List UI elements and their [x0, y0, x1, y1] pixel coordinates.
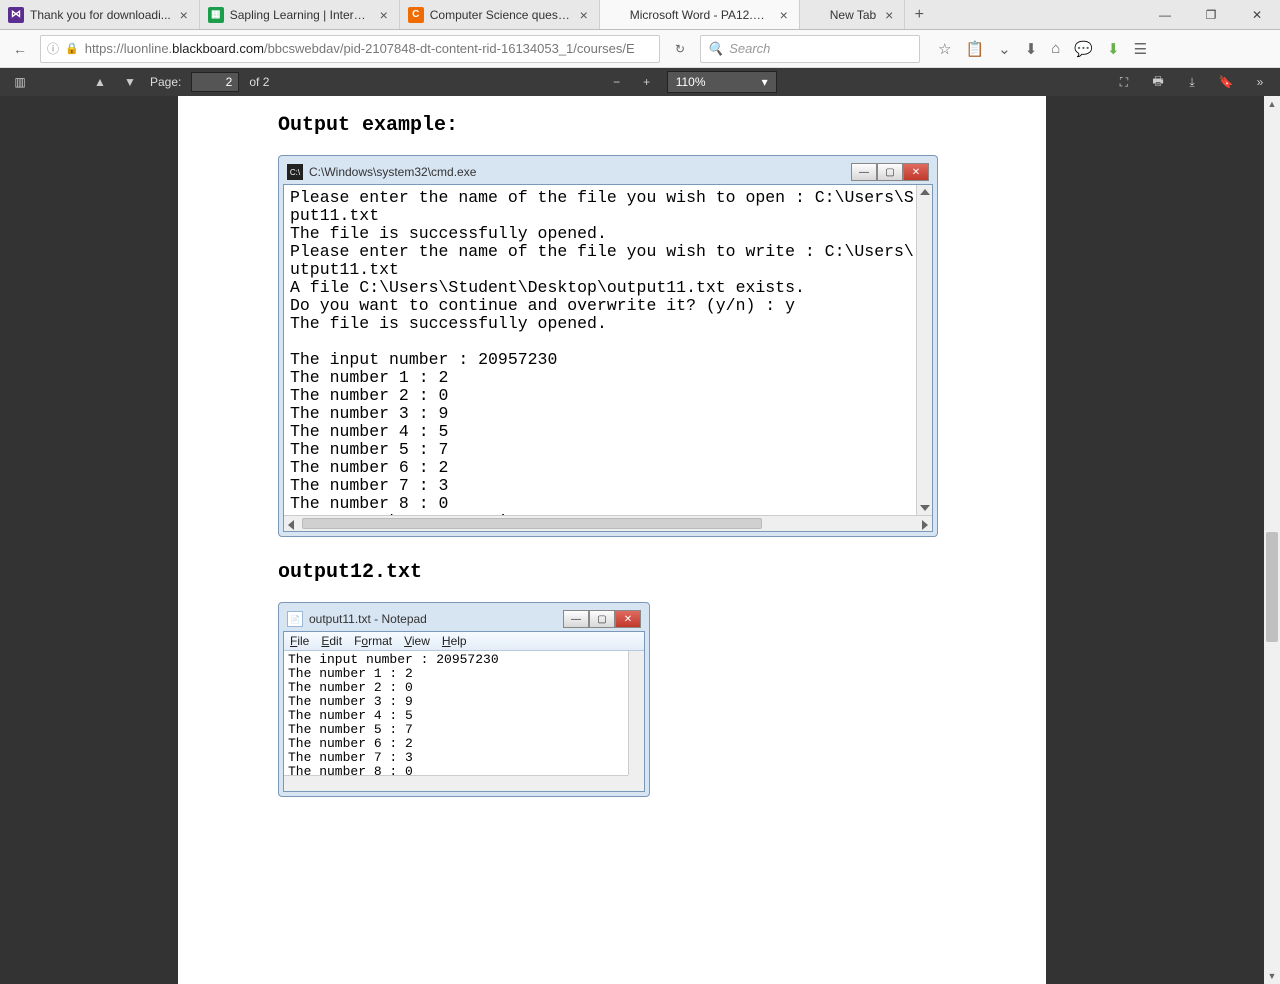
lock-icon: 🔒 [65, 42, 79, 55]
tab-4[interactable]: New Tab × [800, 0, 905, 29]
notepad-content[interactable]: The input number : 20957230 The number 1… [284, 651, 644, 791]
np-hscroll[interactable] [284, 775, 628, 791]
tab-1[interactable]: ▦ Sapling Learning | Interact... × [200, 0, 400, 29]
notepad-window: 📄 output11.txt - Notepad — ▢ ✕ File Edit… [278, 602, 650, 797]
url-text: https://luonline.blackboard.com/bbcswebd… [85, 41, 653, 56]
notepad-icon: 📄 [287, 611, 303, 627]
page-total: of 2 [249, 75, 269, 89]
back-button[interactable]: ← [8, 37, 32, 61]
np-vscroll[interactable] [628, 651, 644, 775]
pocket-icon[interactable]: ⌄ [998, 40, 1011, 58]
favicon-2: C [408, 7, 424, 23]
tab-2[interactable]: C Computer Science questio... × [400, 0, 600, 29]
zoom-select[interactable]: 110%▾ [667, 71, 777, 93]
search-placeholder: Search [729, 41, 770, 56]
page-down-icon[interactable]: ▼ [120, 75, 140, 89]
page-input[interactable] [191, 72, 239, 92]
menu-icon[interactable]: ☰ [1134, 40, 1147, 58]
favicon-3 [608, 7, 624, 23]
np-minimize[interactable]: — [563, 610, 589, 628]
window-controls: — ❐ ✕ [1142, 0, 1280, 29]
chevron-down-icon: ▾ [762, 75, 768, 89]
tab-3-active[interactable]: Microsoft Word - PA12.doc - ... × [600, 0, 800, 29]
fullscreen-icon[interactable]: ⛶ [1114, 75, 1134, 90]
menu-edit[interactable]: Edit [321, 634, 342, 648]
idm-icon[interactable]: ⬇ [1107, 40, 1120, 58]
zoom-out-icon[interactable]: − [607, 75, 627, 89]
tab-strip: ⋈ Thank you for downloadi... × ▦ Sapling… [0, 0, 1280, 30]
menu-help[interactable]: Help [442, 634, 467, 648]
heading-output-example: Output example: [278, 114, 946, 137]
favicon-4 [808, 7, 824, 23]
search-bar[interactable]: 🔍 Search [700, 35, 920, 63]
reload-button[interactable]: ↻ [668, 42, 692, 56]
scroll-up-icon[interactable]: ▲ [1264, 96, 1280, 112]
clipboard-icon[interactable]: 📋 [965, 40, 984, 58]
cmd-window: C:\ C:\Windows\system32\cmd.exe — ▢ ✕ Pl… [278, 155, 938, 537]
home-icon[interactable]: ⌂ [1051, 40, 1060, 57]
tab-title-4: New Tab [830, 8, 876, 22]
np-close[interactable]: ✕ [615, 610, 641, 628]
window-minimize[interactable]: — [1142, 0, 1188, 29]
bookmark-icon[interactable]: 🔖 [1216, 75, 1236, 89]
window-close[interactable]: ✕ [1234, 0, 1280, 29]
cmd-titlebar[interactable]: C:\ C:\Windows\system32\cmd.exe — ▢ ✕ [283, 160, 933, 184]
heading-output12: output12.txt [278, 561, 946, 584]
tab-close-0[interactable]: × [177, 8, 191, 22]
pdf-page: Output example: C:\ C:\Windows\system32\… [178, 96, 1046, 984]
favicon-0: ⋈ [8, 7, 24, 23]
tab-title-3: Microsoft Word - PA12.doc - ... [630, 8, 771, 22]
pdf-toolbar: ▥ ▲ ▼ Page: of 2 − + 110%▾ ⛶ 🖶 ⤓ 🔖 » [0, 68, 1280, 96]
scroll-down-icon[interactable]: ▼ [1264, 968, 1280, 984]
page-label: Page: [150, 75, 181, 89]
search-icon: 🔍 [707, 41, 723, 57]
notepad-menu: File Edit Format View Help [284, 632, 644, 651]
viewport-scrollbar[interactable]: ▲ ▼ [1264, 96, 1280, 984]
tab-close-1[interactable]: × [377, 8, 391, 22]
tools-icon[interactable]: » [1250, 75, 1270, 89]
zoom-in-icon[interactable]: + [637, 75, 657, 89]
cmd-output: Please enter the name of the file you wi… [284, 185, 932, 531]
notepad-title: output11.txt - Notepad [309, 612, 557, 626]
new-tab-button[interactable]: + [905, 0, 933, 29]
cmd-close[interactable]: ✕ [903, 163, 929, 181]
cmd-hscroll[interactable] [284, 515, 932, 531]
download-icon[interactable]: ⤓ [1182, 75, 1202, 90]
tab-close-2[interactable]: × [577, 8, 591, 22]
toolbar-icons: ☆ 📋 ⌄ ⬇ ⌂ 💬 ⬇ ☰ [938, 40, 1147, 58]
tab-close-3[interactable]: × [777, 8, 791, 22]
tab-close-4[interactable]: × [882, 8, 896, 22]
chat-icon[interactable]: 💬 [1074, 40, 1093, 58]
favicon-1: ▦ [208, 7, 224, 23]
print-icon[interactable]: 🖶 [1148, 72, 1168, 93]
scroll-thumb[interactable] [1266, 532, 1278, 642]
bookmark-star-icon[interactable]: ☆ [938, 40, 951, 58]
cmd-title: C:\Windows\system32\cmd.exe [309, 165, 845, 179]
notepad-titlebar[interactable]: 📄 output11.txt - Notepad — ▢ ✕ [283, 607, 645, 631]
doc-viewport: Output example: C:\ C:\Windows\system32\… [0, 96, 1280, 984]
menu-format[interactable]: Format [354, 634, 392, 648]
tab-title-1: Sapling Learning | Interact... [230, 8, 371, 22]
tab-0[interactable]: ⋈ Thank you for downloadi... × [0, 0, 200, 29]
cmd-vscroll[interactable] [916, 185, 932, 515]
downloads-icon[interactable]: ⬇ [1025, 40, 1038, 58]
window-maximize[interactable]: ❐ [1188, 0, 1234, 29]
cmd-icon: C:\ [287, 164, 303, 180]
page-up-icon[interactable]: ▲ [90, 75, 110, 89]
info-icon[interactable]: ⓘ [47, 40, 59, 57]
tab-title-0: Thank you for downloadi... [30, 8, 171, 22]
np-maximize[interactable]: ▢ [589, 610, 615, 628]
cmd-minimize[interactable]: — [851, 163, 877, 181]
sidebar-toggle-icon[interactable]: ▥ [10, 75, 30, 89]
np-resize-grip[interactable] [628, 775, 644, 791]
cmd-maximize[interactable]: ▢ [877, 163, 903, 181]
url-bar[interactable]: ⓘ 🔒 https://luonline.blackboard.com/bbcs… [40, 35, 660, 63]
nav-bar: ← ⓘ 🔒 https://luonline.blackboard.com/bb… [0, 30, 1280, 68]
menu-view[interactable]: View [404, 634, 430, 648]
menu-file[interactable]: File [290, 634, 309, 648]
tab-title-2: Computer Science questio... [430, 8, 571, 22]
